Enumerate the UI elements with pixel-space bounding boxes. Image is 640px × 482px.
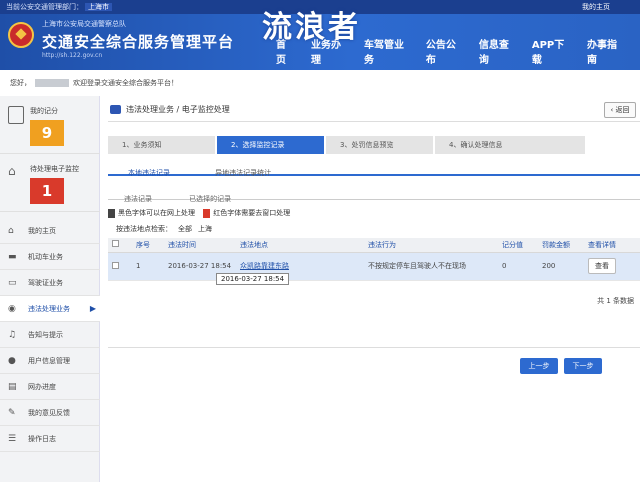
tab-local[interactable]: 本地违法记录 <box>108 165 190 181</box>
record-subtabs: 违法记录 已选择的记录 <box>108 186 640 203</box>
breadcrumb-section[interactable]: 违法处理业务 <box>126 105 174 114</box>
total-count: 共 1 条数据 <box>597 297 634 305</box>
step-4: 4、确认处理信息 <box>435 136 585 154</box>
sidebar-item-user[interactable]: ● 用户信息管理 <box>0 348 100 374</box>
breadcrumb-page: 电子监控处理 <box>181 105 230 114</box>
red-swatch <box>203 208 211 218</box>
subtab-selected[interactable]: 已选择的记录 <box>173 192 247 206</box>
welcome-message: 您好， 欢迎登录交通安全综合服务平台！ <box>10 79 178 87</box>
sidebar-item-feedback[interactable]: ✎ 我的意见反馈 <box>0 400 100 426</box>
sidebar: 我的记分 9 ⌂ 待处理电子监控 1 ⌂ 我的主页 ▬ 机动车业务 ▭ 驾驶证业务 ◉… <box>0 96 100 482</box>
sidebar-item-license[interactable]: ▭ 驾驶证业务 <box>0 270 100 296</box>
nav-query[interactable]: 信息查询 <box>479 36 515 66</box>
step-2: 2、选择监控记录 <box>217 136 324 154</box>
sidebar-item-log[interactable]: ☰ 操作日志 <box>0 426 100 452</box>
next-step-button[interactable]: 下一步 <box>564 358 602 374</box>
nav-guide[interactable]: 办事指南 <box>587 36 623 66</box>
pending-value: 1 <box>30 178 64 204</box>
user-icon: ● <box>8 356 16 366</box>
license-icon: ▭ <box>8 278 17 288</box>
home-icon: ⌂ <box>8 226 14 236</box>
nav-vehicle[interactable]: 车驾管业务 <box>364 36 409 66</box>
prev-step-button[interactable]: 上一步 <box>520 358 558 374</box>
view-detail-button[interactable]: 查看 <box>588 258 616 274</box>
department-label: 当前公安交通管理部门： <box>6 3 83 11</box>
col-behavior: 违法行为 <box>364 238 498 253</box>
camera-icon: ◉ <box>8 304 16 314</box>
nav-app[interactable]: APP下载 <box>532 36 570 66</box>
nav-notice[interactable]: 公告公布 <box>426 36 462 66</box>
subtab-records[interactable]: 违法记录 <box>108 192 168 206</box>
col-location: 违法地点 <box>236 238 364 253</box>
black-swatch <box>108 208 115 218</box>
row-fine: 200 <box>538 252 584 281</box>
step-3: 3、处罚信息预览 <box>326 136 433 154</box>
car-icon <box>110 105 121 114</box>
col-time: 违法时间 <box>164 238 236 253</box>
row-checkbox[interactable] <box>112 261 119 269</box>
sidebar-item-progress[interactable]: ▤ 网办进度 <box>0 374 100 400</box>
time-tooltip: 2016-03-27 18:54 <box>216 273 290 285</box>
col-fine: 罚款金额 <box>538 238 584 253</box>
chevron-right-icon: ▶ <box>89 304 96 313</box>
sidebar-item-violation[interactable]: ◉ 违法处理业务 ▶ <box>0 296 100 322</box>
site-url: http://sh.122.gov.cn <box>42 52 103 59</box>
sidebar-item-home[interactable]: ⌂ 我的主页 <box>0 218 100 244</box>
camera-monitor-icon: ⌂ <box>8 164 16 178</box>
row-behavior: 不按规定停车且驾驶人不在现场 <box>364 252 498 281</box>
sidebar-item-vehicle[interactable]: ▬ 机动车业务 <box>0 244 100 270</box>
score-value: 9 <box>30 120 64 146</box>
pending-card[interactable]: ⌂ 待处理电子监控 1 <box>0 154 100 212</box>
police-emblem-icon <box>8 22 34 48</box>
back-button[interactable]: ‹ 返回 <box>604 102 636 118</box>
record-tabs: 本地违法记录 异地违法记录统计 <box>108 160 640 177</box>
row-location[interactable]: 众凯路靠建东路 <box>240 262 289 270</box>
progress-icon: ▤ <box>8 382 17 392</box>
table-row[interactable]: 1 2016-03-27 18:54 众凯路靠建东路 不按规定停车且驾驶人不在现… <box>108 252 640 281</box>
row-index: 1 <box>132 252 164 281</box>
score-icon <box>8 106 24 124</box>
score-card[interactable]: 我的记分 9 <box>0 96 100 154</box>
bell-icon: ♫ <box>8 330 17 340</box>
tab-remote[interactable]: 异地违法记录统计 <box>195 165 291 181</box>
select-all-checkbox[interactable] <box>112 240 119 248</box>
car-icon: ▬ <box>8 252 17 262</box>
col-select[interactable] <box>108 238 132 253</box>
divider <box>108 347 640 348</box>
row-points: 0 <box>498 252 538 281</box>
sidebar-item-notice[interactable]: ♫ 告知与提示 <box>0 322 100 348</box>
col-detail: 查看详情 <box>584 238 640 253</box>
my-homepage-link[interactable]: 我的主页 <box>582 0 610 14</box>
watermark-title: 流浪者 <box>262 10 361 45</box>
main-content: 违法处理业务 / 电子监控处理 ‹ 返回 1、业务须知 2、选择监控记录 3、处… <box>108 98 640 482</box>
location-filter: 按违法地点检索： 全部 上海 <box>116 225 212 233</box>
filter-all[interactable]: 全部 <box>178 225 192 233</box>
site-title: 交通安全综合服务管理平台 <box>42 33 235 51</box>
legend: 黑色字体可以在网上处理 红色字体需要去窗口处理 <box>108 208 290 218</box>
step-progress: 1、业务须知 2、选择监控记录 3、处罚信息预览 4、确认处理信息 <box>108 136 640 154</box>
username-redacted <box>35 79 69 87</box>
col-points: 记分值 <box>498 238 538 253</box>
breadcrumb: 违法处理业务 / 电子监控处理 ‹ 返回 <box>108 98 640 122</box>
col-index: 序号 <box>132 238 164 253</box>
header-subtitle: 上海市公安局交通警察总队 <box>42 20 126 28</box>
feedback-icon: ✎ <box>8 408 16 418</box>
log-icon: ☰ <box>8 434 17 444</box>
step-1: 1、业务须知 <box>108 136 215 154</box>
filter-shanghai[interactable]: 上海 <box>198 225 212 233</box>
city-selector[interactable]: 上海市 <box>85 3 112 11</box>
violation-table: 序号 违法时间 违法地点 违法行为 记分值 罚款金额 查看详情 1 2016-0… <box>108 238 640 281</box>
